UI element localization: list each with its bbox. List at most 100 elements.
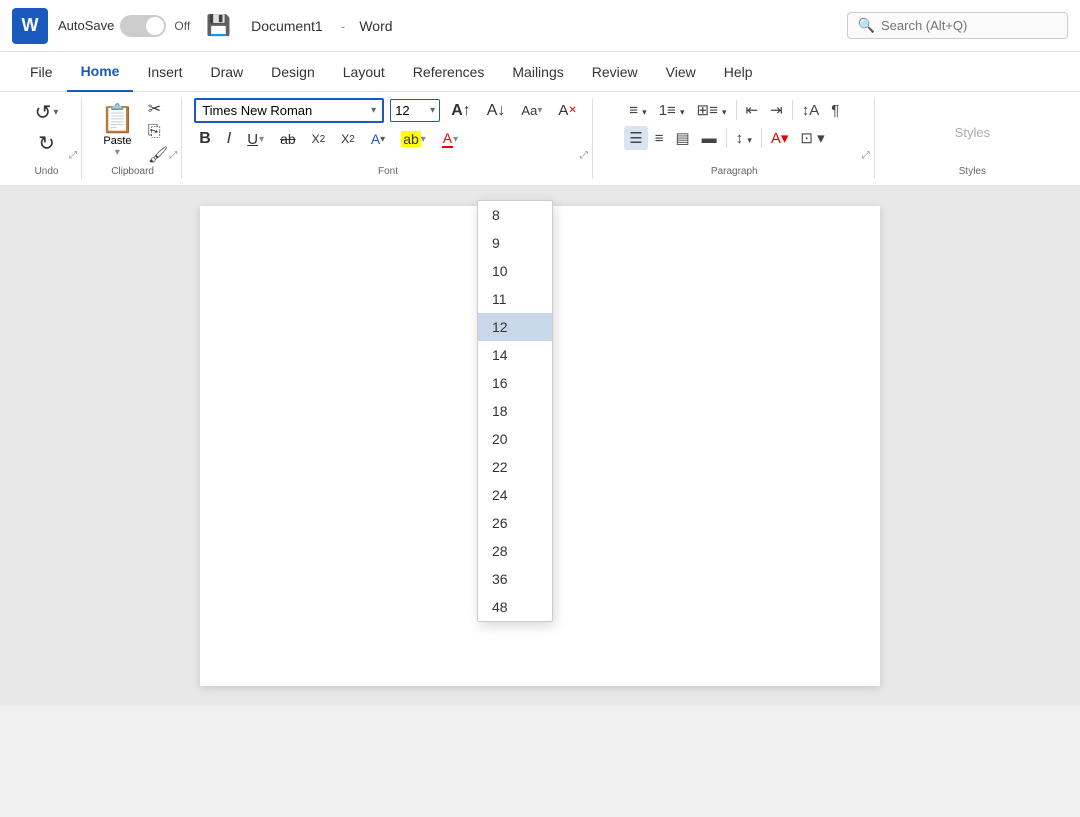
undo-group: ↺ ▾ ↻ Undo ⤢ — [12, 98, 82, 179]
paragraph-expand-icon[interactable]: ⤢ — [862, 150, 870, 161]
search-bar[interactable]: 🔍 — [847, 12, 1068, 39]
decrease-indent-button[interactable]: ⇤ — [741, 98, 764, 122]
word-logo: W — [12, 8, 48, 44]
nav-mailings[interactable]: Mailings — [498, 52, 577, 92]
autosave-label: AutoSave — [58, 18, 114, 33]
line-spacing-button[interactable]: ↕ ▾ — [731, 127, 757, 150]
justify-button[interactable]: ▬ — [697, 127, 722, 150]
font-size-option-12[interactable]: 12 — [478, 313, 552, 341]
undo-expand-icon[interactable]: ⤢ — [69, 150, 77, 161]
autosave-toggle[interactable] — [120, 15, 166, 37]
bold-button[interactable]: B — [194, 127, 216, 151]
superscript-button[interactable]: X2 — [336, 129, 360, 149]
font-size-option-26[interactable]: 26 — [478, 509, 552, 537]
font-expand-icon[interactable]: ⤢ — [580, 150, 588, 161]
font-size-option-14[interactable]: 14 — [478, 341, 552, 369]
font-size-option-18[interactable]: 18 — [478, 397, 552, 425]
font-size-option-10[interactable]: 10 — [478, 257, 552, 285]
font-size-option-24[interactable]: 24 — [478, 481, 552, 509]
styles-group: Styles Styles — [877, 98, 1068, 179]
font-size-option-11[interactable]: 11 — [478, 285, 552, 313]
save-icon[interactable]: 💾 — [206, 13, 231, 38]
search-input[interactable] — [881, 18, 1057, 33]
font-size-option-8[interactable]: 8 — [478, 201, 552, 229]
clipboard-label: Clipboard — [111, 166, 154, 179]
font-size-chevron: ▾ — [430, 105, 435, 116]
undo-button[interactable]: ↺ ▾ — [31, 98, 63, 127]
text-effect-button[interactable]: A▾ — [366, 128, 390, 150]
font-size-option-16[interactable]: 16 — [478, 369, 552, 397]
styles-group-label: Styles — [959, 166, 986, 179]
text-highlight-button[interactable]: ab▾ — [396, 128, 431, 150]
autosave-state: Off — [174, 19, 190, 33]
nav-home[interactable]: Home — [67, 52, 134, 92]
clipboard-expand-icon[interactable]: ⤢ — [169, 150, 177, 161]
show-hide-button[interactable]: ¶ — [826, 99, 844, 122]
paste-label: Paste — [103, 135, 131, 147]
font-grow-button[interactable]: A↑ — [446, 99, 476, 123]
undo-dropdown-arrow[interactable]: ▾ — [53, 107, 58, 118]
ribbon-nav: File Home Insert Draw Design Layout Refe… — [0, 52, 1080, 92]
font-shrink-button[interactable]: A↓ — [482, 99, 511, 123]
font-size-option-9[interactable]: 9 — [478, 229, 552, 257]
nav-insert[interactable]: Insert — [133, 52, 196, 92]
font-size-value: 12 — [395, 103, 409, 118]
nav-layout[interactable]: Layout — [329, 52, 399, 92]
clipboard-group: 📋 Paste ▾ ✂ ⎘ 🖌 Clipboard ⤢ — [84, 98, 182, 179]
font-size-option-28[interactable]: 28 — [478, 537, 552, 565]
redo-button[interactable]: ↻ — [34, 129, 59, 158]
divider1 — [736, 100, 737, 120]
font-size-option-20[interactable]: 20 — [478, 425, 552, 453]
copy-icon[interactable]: ⎘ — [145, 122, 171, 142]
font-size-option-36[interactable]: 36 — [478, 565, 552, 593]
underline-dropdown-arrow: ▾ — [259, 134, 264, 145]
nav-view[interactable]: View — [652, 52, 710, 92]
paste-dropdown-arrow[interactable]: ▾ — [115, 147, 120, 158]
bullets-button[interactable]: ≡ ▾ — [624, 99, 651, 122]
font-row1: Times New Roman ▾ 12 ▾ A↑ A↓ Aa ▾ A✕ — [194, 98, 582, 123]
align-left-button[interactable]: ☰ — [624, 126, 647, 150]
font-size-option-22[interactable]: 22 — [478, 453, 552, 481]
nav-draw[interactable]: Draw — [196, 52, 257, 92]
font-name-value: Times New Roman — [202, 103, 312, 118]
nav-review[interactable]: Review — [578, 52, 652, 92]
align-right-button[interactable]: ▤ — [670, 126, 694, 150]
nav-design[interactable]: Design — [257, 52, 329, 92]
undo-group-label: Undo — [35, 166, 59, 179]
para-row2: ☰ ≡ ▤ ▬ ↕ ▾ A▾ ⊡ ▾ — [624, 126, 829, 150]
font-name-dropdown[interactable]: Times New Roman ▾ — [194, 98, 384, 123]
font-size-popup: 8910111214161820222426283648 — [477, 200, 553, 622]
italic-button[interactable]: I — [222, 127, 236, 151]
align-center-button[interactable]: ≡ — [650, 127, 669, 150]
title-separator: - — [341, 18, 346, 34]
border-button[interactable]: ⊡ ▾ — [795, 126, 829, 150]
cut-icon[interactable]: ✂ — [145, 98, 171, 120]
nav-file[interactable]: File — [16, 52, 67, 92]
change-case-button[interactable]: Aa ▾ — [516, 100, 547, 121]
para-row1: ≡ ▾ 1≡ ▾ ⊞≡ ▾ ⇤ ⇥ ↕A ¶ — [624, 98, 844, 122]
font-color-button[interactable]: A▾ — [437, 127, 463, 151]
sort-button[interactable]: ↕A — [797, 99, 825, 122]
subscript-button[interactable]: X2 — [307, 129, 331, 149]
ribbon-toolbar: ↺ ▾ ↻ Undo ⤢ 📋 Paste ▾ ✂ ⎘ 🖌 Clipboard ⤢ — [0, 92, 1080, 186]
font-size-dropdown[interactable]: 12 ▾ — [390, 99, 440, 122]
clear-formatting-button[interactable]: A✕ — [553, 99, 581, 122]
multilevel-button[interactable]: ⊞≡ ▾ — [692, 98, 732, 122]
font-name-chevron: ▾ — [371, 105, 376, 116]
font-size-option-48[interactable]: 48 — [478, 593, 552, 621]
nav-references[interactable]: References — [399, 52, 499, 92]
paragraph-group: ≡ ▾ 1≡ ▾ ⊞≡ ▾ ⇤ ⇥ ↕A ¶ ☰ ≡ ▤ ▬ ↕ ▾ A▾ ⊡ … — [595, 98, 875, 179]
numbering-button[interactable]: 1≡ ▾ — [654, 99, 690, 122]
nav-help[interactable]: Help — [710, 52, 767, 92]
paste-button[interactable]: 📋 Paste ▾ — [94, 98, 141, 162]
divider4 — [761, 128, 762, 148]
styles-placeholder: Styles — [955, 125, 990, 140]
strikethrough-button[interactable]: ab — [275, 128, 301, 150]
underline-button[interactable]: U ▾ — [242, 128, 269, 151]
font-group-label: Font — [378, 166, 398, 179]
divider2 — [792, 100, 793, 120]
shading-button[interactable]: A▾ — [766, 126, 794, 150]
format-painter-icon[interactable]: 🖌 — [145, 144, 171, 166]
increase-indent-button[interactable]: ⇥ — [765, 98, 788, 122]
clipboard-icons: ✂ ⎘ 🖌 — [145, 98, 171, 166]
